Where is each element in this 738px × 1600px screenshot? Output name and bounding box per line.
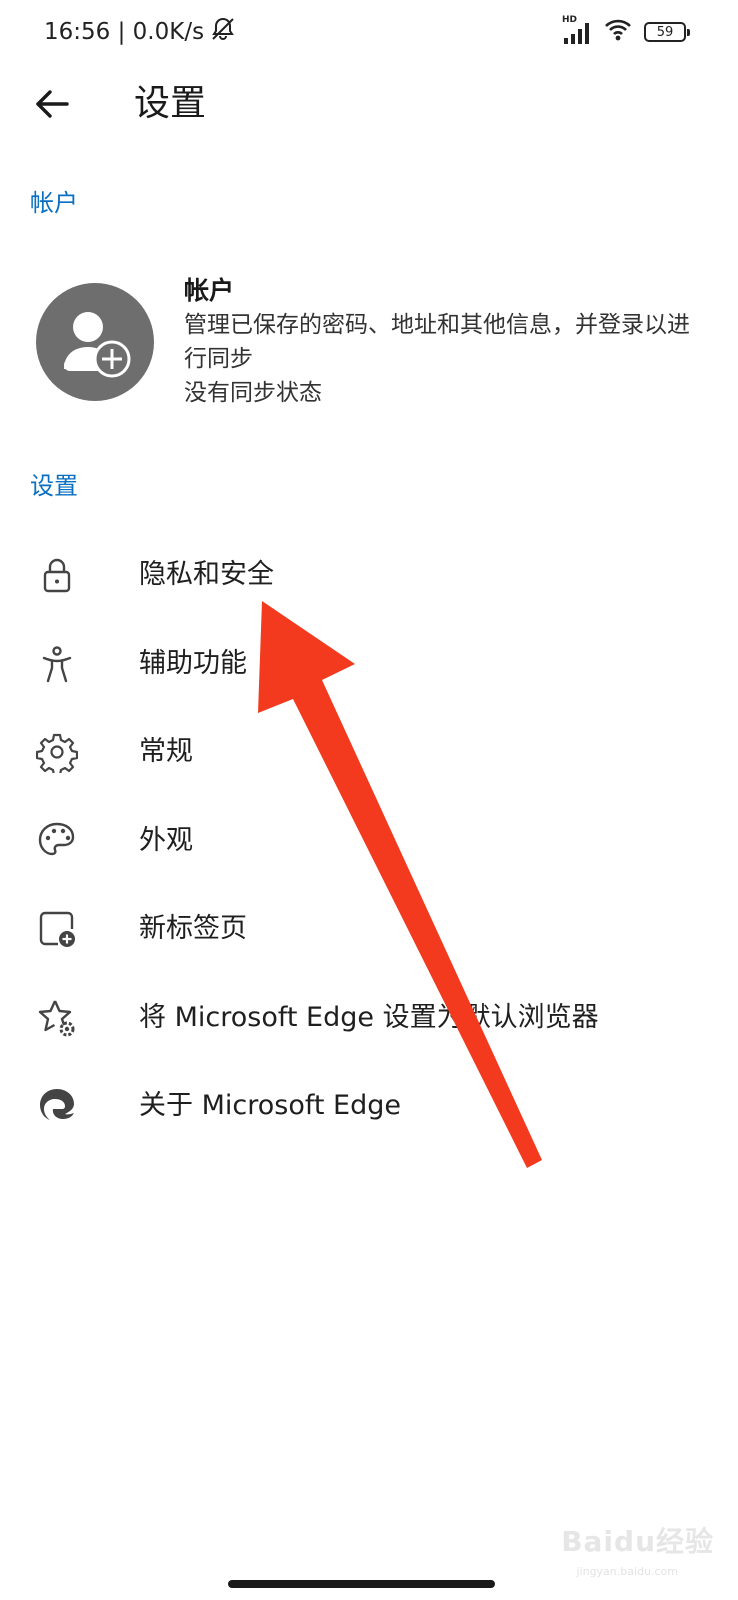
battery-icon: 59	[644, 22, 690, 42]
gear-icon	[36, 731, 78, 774]
mute-notifications-icon	[210, 16, 236, 48]
status-bar: 16:56 | 0.0K/s HD 59	[0, 0, 738, 64]
lock-icon	[36, 554, 78, 596]
account-text: 帐户 管理已保存的密码、地址和其他信息，并登录以进行同步 没有同步状态	[184, 274, 704, 410]
back-arrow-icon	[36, 90, 69, 118]
app-bar: 设置	[0, 68, 738, 140]
menu-item-set-default-browser[interactable]: 将 Microsoft Edge 设置为默认浏览器	[0, 974, 738, 1063]
edge-logo-icon	[36, 1085, 78, 1127]
menu-item-label: 新标签页	[139, 913, 247, 945]
back-button[interactable]	[30, 82, 74, 126]
account-sign-in-item[interactable]: 帐户 管理已保存的密码、地址和其他信息，并登录以进行同步 没有同步状态	[0, 270, 738, 420]
menu-item-label: 外观	[139, 824, 193, 856]
baidu-watermark: Baidu经验	[561, 1525, 714, 1558]
avatar	[36, 283, 154, 401]
account-description: 管理已保存的密码、地址和其他信息，并登录以进行同步	[184, 312, 690, 372]
page-title: 设置	[134, 83, 207, 124]
menu-item-new-tab-page[interactable]: 新标签页	[0, 885, 738, 974]
menu-item-label: 常规	[139, 736, 193, 768]
menu-item-label: 隐私和安全	[139, 559, 274, 591]
new-tab-icon	[36, 908, 78, 950]
settings-menu: 隐私和安全 辅助功能 常规 外观 新标签页 将 Microsoft Edge 设…	[0, 531, 738, 1151]
wifi-icon	[604, 18, 632, 46]
accessibility-icon	[36, 643, 78, 685]
status-left: 16:56 | 0.0K/s	[44, 16, 236, 48]
menu-item-general[interactable]: 常规	[0, 708, 738, 797]
section-header-account: 帐户	[30, 189, 78, 217]
status-time-speed: 16:56 | 0.0K/s	[44, 19, 205, 45]
account-title: 帐户	[184, 276, 235, 305]
palette-icon	[36, 820, 78, 862]
menu-item-appearance[interactable]: 外观	[0, 797, 738, 886]
status-right: HD 59	[562, 15, 690, 48]
baidu-watermark-url: jingyan.baidu.com	[576, 1565, 678, 1578]
section-header-settings: 设置	[30, 472, 78, 500]
cellular-signal-icon: HD	[562, 15, 592, 46]
add-user-icon	[64, 312, 131, 378]
menu-item-about-edge[interactable]: 关于 Microsoft Edge	[0, 1062, 738, 1151]
menu-item-accessibility[interactable]: 辅助功能	[0, 620, 738, 709]
star-gear-icon	[36, 997, 78, 1039]
battery-level: 59	[656, 24, 674, 40]
menu-item-label: 辅助功能	[139, 647, 247, 679]
home-indicator[interactable]	[228, 1580, 495, 1588]
menu-item-label: 将 Microsoft Edge 设置为默认浏览器	[139, 1001, 599, 1033]
sync-status: 没有同步状态	[184, 380, 322, 406]
menu-item-label: 关于 Microsoft Edge	[139, 1090, 401, 1122]
menu-item-privacy-security[interactable]: 隐私和安全	[0, 531, 738, 620]
